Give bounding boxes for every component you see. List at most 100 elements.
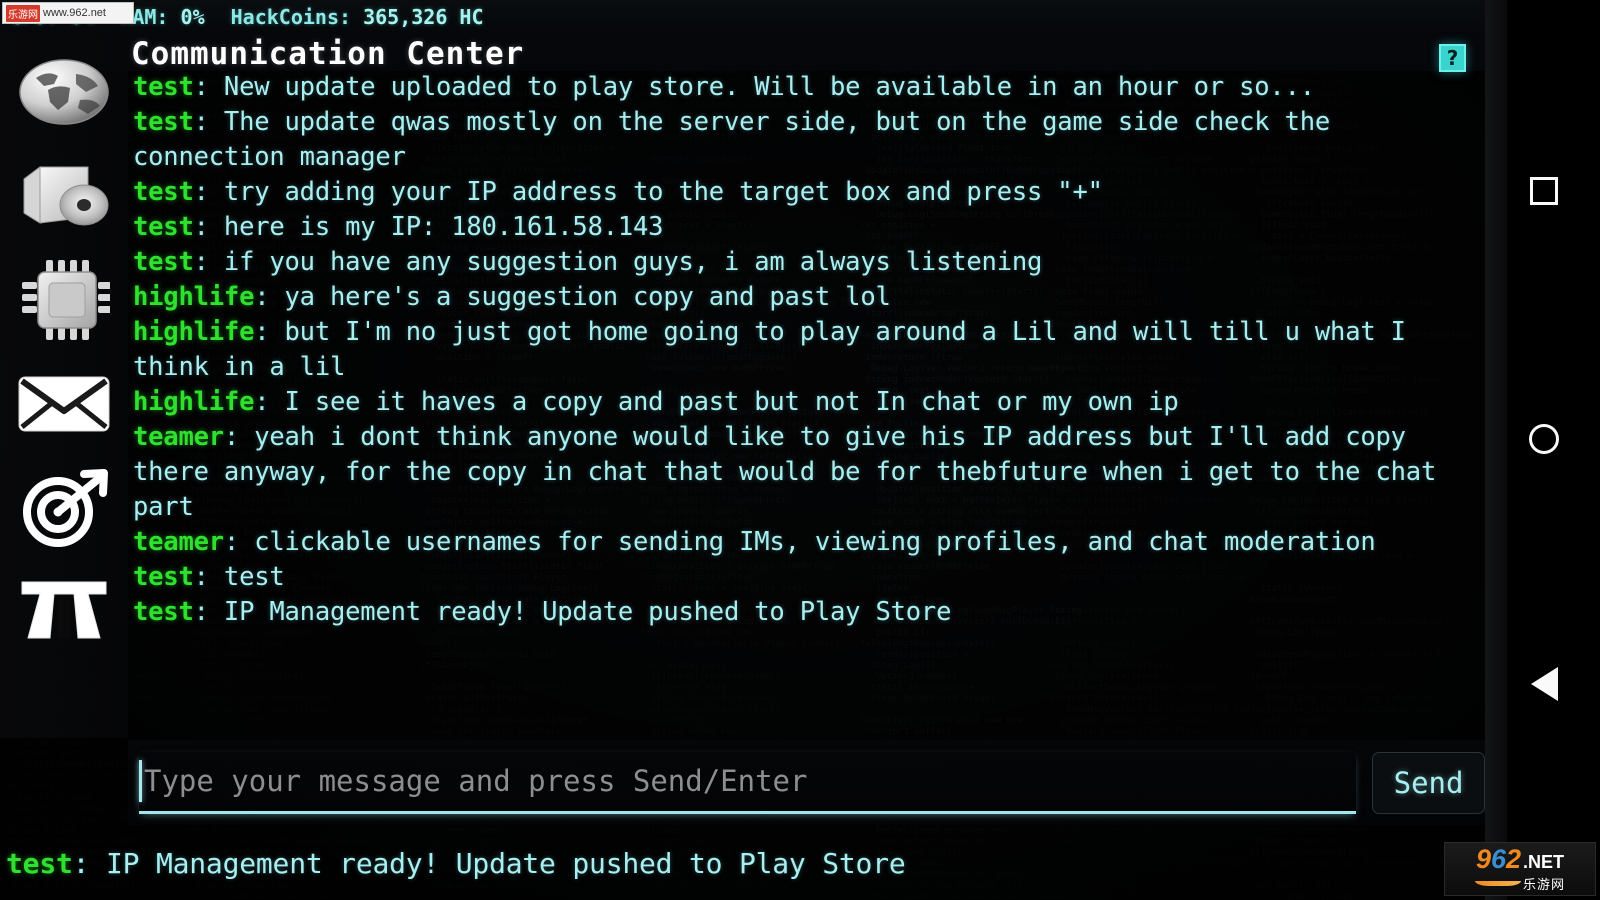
chat-message-text: here is my IP: 180.161.58.143 [224,212,663,242]
help-icon: ? [1447,48,1459,68]
chat-username[interactable]: highlife [133,387,254,417]
chat-message: test: if you have any suggestion guys, i… [133,245,1477,280]
chat-message-list[interactable]: test: New update uploaded to play store.… [128,68,1485,740]
chat-separator: : [194,177,224,207]
sidebar-item-messages[interactable] [15,361,113,447]
watermark-url: www.962.net [43,7,106,19]
chat-message-text: but I'm no just got home going to play a… [133,317,1406,382]
hackcoins-value: 365,326 HC [363,5,483,29]
chat-username[interactable]: test [133,597,194,627]
chat-message: highlife: ya here's a suggestion copy an… [133,280,1477,315]
chat-username[interactable]: highlife [133,317,254,347]
sidebar-item-hardware[interactable] [15,257,113,343]
chat-message-text: New update uploaded to play store. Will … [224,72,1315,102]
square-icon [1530,177,1558,205]
target-icon [18,468,110,548]
chat-separator: : [254,387,284,417]
send-button-label: Send [1394,766,1464,800]
chat-separator: : [224,422,254,452]
chat-username[interactable]: test [133,177,194,207]
sidebar [0,33,128,738]
chat-message-text: if you have any suggestion guys, i am al… [224,247,1042,277]
chat-message: test: try adding your IP address to the … [133,175,1477,210]
chat-message: highlife: I see it haves a copy and past… [133,385,1477,420]
software-box-icon [16,161,112,231]
chat-message-text: test [224,562,285,592]
cpu-chip-icon [18,258,110,342]
chat-message-text: yeah i dont think anyone would like to g… [133,422,1436,522]
watermark-logo-row: 9 6 2 .NET [1476,846,1564,873]
chat-username[interactable]: teamer [133,527,224,557]
hackcoins-stat: HackCoins: 365,326 HC [231,5,484,29]
watermark-bottom-right: 9 6 2 .NET 乐游网 [1444,842,1596,896]
watermark-zh-text: 乐游网 [1523,874,1565,893]
game-screen: else Vector3 private var nullprivate Deb… [0,0,1600,900]
chat-separator: : [254,282,284,312]
chat-separator: : [194,247,224,277]
globe-icon [18,58,110,126]
sidebar-item-software[interactable] [15,153,113,239]
chat-message-text: clickable usernames for sending IMs, vie… [254,527,1375,557]
message-input-placeholder: Type your message and press Send/Enter [144,764,807,798]
circle-icon [1529,424,1559,454]
chat-username[interactable]: test [133,72,194,102]
chat-message-text: I see it haves a copy and past but not I… [285,387,1179,417]
swoosh-icon [1475,881,1521,886]
android-nav-bar [1485,0,1600,900]
ticker-separator: : [73,847,106,880]
recents-button[interactable] [1525,172,1563,210]
ticker-text: test: IP Management ready! Update pushed… [6,847,906,880]
chat-message: test: The update qwas mostly on the serv… [133,105,1477,175]
text-caret [139,760,142,802]
chat-separator: : [194,212,224,242]
status-ticker: test: IP Management ready! Update pushed… [0,826,1600,900]
chat-message: test: test [133,560,1477,595]
chat-separator: : [194,562,224,592]
sidebar-item-world[interactable] [15,49,113,135]
chat-username[interactable]: test [133,212,194,242]
chat-message: test: here is my IP: 180.161.58.143 [133,210,1477,245]
watermark-top-left: 乐游网 www.962.net [2,2,134,24]
chat-username[interactable]: highlife [133,282,254,312]
message-compose-bar: Type your message and press Send/Enter S… [128,740,1485,825]
watermark-net-text: .NET [1523,853,1564,871]
chat-message: teamer: yeah i dont think anyone would l… [133,420,1477,525]
chat-separator: : [194,107,224,137]
send-button[interactable]: Send [1372,752,1485,814]
chat-separator: : [254,317,284,347]
chat-username[interactable]: teamer [133,422,224,452]
chat-message: teamer: clickable usernames for sending … [133,525,1477,560]
chat-username[interactable]: test [133,247,194,277]
message-input[interactable]: Type your message and press Send/Enter [139,752,1356,814]
watermark-badge: 乐游网 [6,5,40,22]
status-bar: CPU: 0% RAM: 0% HackCoins: 365,326 HC [0,0,1485,33]
home-button[interactable] [1525,420,1563,458]
ram-value: 0% [181,5,205,29]
chat-message-text: try adding your IP address to the target… [224,177,1103,207]
ticker-username: test [6,847,73,880]
chat-message-text: The update qwas mostly on the server sid… [133,107,1330,172]
nav-bar-edge [1485,0,1507,900]
triangle-icon [1531,667,1558,701]
back-button[interactable] [1525,665,1563,703]
envelope-icon [16,373,112,435]
watermark-digit-2: 2 [1506,846,1521,873]
chat-separator: : [224,527,254,557]
watermark-digit-6: 6 [1491,846,1506,873]
watermark-sub-row: 乐游网 [1475,874,1565,893]
watermark-digit-9: 9 [1476,846,1491,873]
chat-separator: : [194,597,224,627]
chat-separator: : [194,72,224,102]
sidebar-item-targets[interactable] [15,465,113,551]
chat-username[interactable]: test [133,107,194,137]
chat-message-text: ya here's a suggestion copy and past lol [285,282,891,312]
chat-username[interactable]: test [133,562,194,592]
ticker-message: IP Management ready! Update pushed to Pl… [106,847,906,880]
help-button[interactable]: ? [1439,44,1466,72]
sidebar-item-network[interactable] [15,569,113,655]
road-bridge-icon [16,576,112,648]
chat-message: test: IP Management ready! Update pushed… [133,595,1477,630]
hackcoins-label: HackCoins: [231,5,351,29]
chat-message: test: New update uploaded to play store.… [133,70,1477,105]
chat-message: highlife: but I'm no just got home going… [133,315,1477,385]
